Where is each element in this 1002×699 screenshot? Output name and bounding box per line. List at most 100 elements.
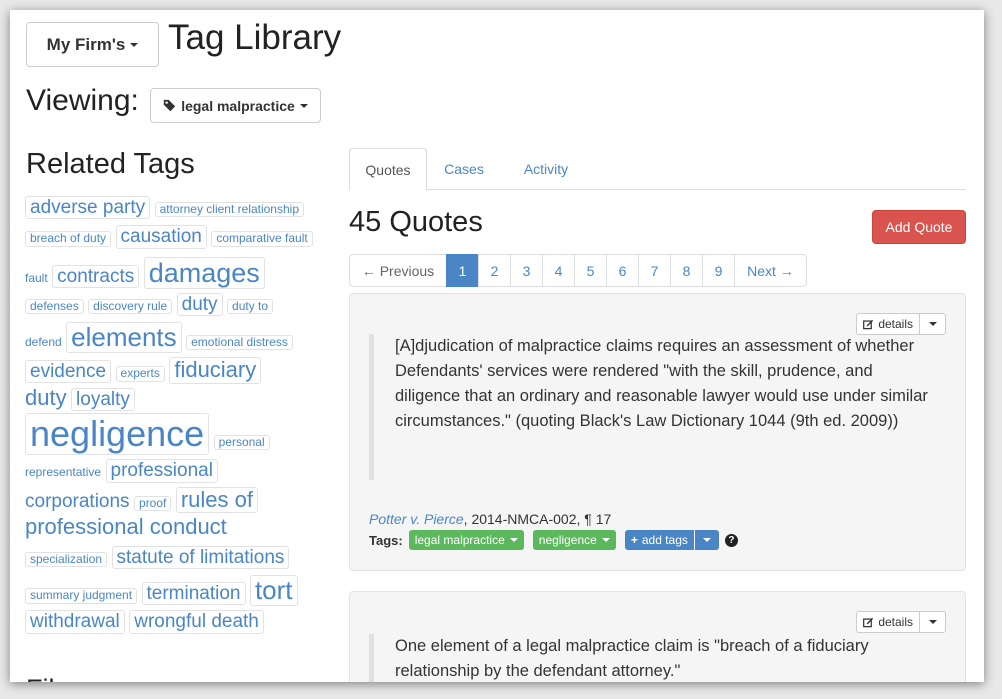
details-dropdown-toggle[interactable] (919, 611, 946, 633)
related-tag[interactable]: duty (25, 385, 67, 411)
related-tag[interactable]: specialization (25, 551, 108, 568)
related-tag[interactable]: attorney client relationship (154, 202, 304, 218)
edit-icon (863, 617, 874, 627)
viewing-label: Viewing: (26, 84, 139, 117)
plus-icon: + (630, 533, 638, 547)
quote-text: One element of a legal malpractice claim… (369, 634, 929, 682)
pagination-page[interactable]: 6 (606, 254, 639, 287)
pagination-page[interactable]: 4 (542, 254, 575, 287)
tab-activity[interactable]: Activity (509, 148, 583, 190)
related-tag[interactable]: emotional distress (186, 335, 293, 351)
details-button-group: details (856, 611, 946, 633)
pagination-page[interactable]: 5 (574, 254, 607, 287)
quote-tag-pill[interactable]: negligence (532, 530, 616, 550)
related-tag[interactable]: statute of limitations (111, 545, 290, 570)
filter-heading-partial: Fil (26, 674, 55, 682)
caret-down-icon (702, 538, 711, 542)
help-icon[interactable]: ? (724, 533, 738, 547)
viewing-tag-label: legal malpractice (181, 97, 295, 114)
tab-bar: Quotes Cases Activity (349, 148, 966, 191)
related-tag[interactable]: causation (115, 225, 207, 249)
related-tag[interactable]: experts (115, 366, 165, 382)
related-tag[interactable]: termination (141, 582, 246, 606)
related-tag[interactable]: wrongful death (129, 610, 264, 634)
related-tag[interactable]: damages (143, 256, 265, 289)
add-tags-button[interactable]: + add tags (624, 530, 694, 550)
details-button[interactable]: details (856, 611, 920, 633)
details-dropdown-toggle[interactable] (919, 313, 946, 335)
tag-cloud: adverse party attorney client relationsh… (25, 196, 317, 638)
related-tag[interactable]: breach of duty (25, 231, 112, 247)
related-tag[interactable]: withdrawal (25, 610, 125, 634)
details-button[interactable]: details (856, 313, 920, 335)
pagination-next[interactable]: Next → (734, 254, 807, 287)
related-tag[interactable]: discovery rule (88, 298, 173, 315)
related-tag[interactable]: tort (249, 575, 298, 607)
related-tags-title: Related Tags (26, 148, 195, 180)
related-tag[interactable]: fault (25, 271, 48, 285)
related-tag[interactable]: personal (213, 435, 270, 451)
page-title: Tag Library (168, 18, 342, 57)
tags-label: Tags: (369, 532, 403, 548)
related-tag[interactable]: proof (134, 495, 172, 512)
quote-tag-pill[interactable]: legal malpractice (408, 530, 524, 550)
pagination: ← Previous 1 2 3 4 5 6 7 8 9 Next → (349, 254, 807, 287)
quote-tags-row: Tags: legal malpractice negligence + add… (369, 530, 738, 550)
related-tag[interactable]: defend (25, 335, 62, 349)
tag-icon (164, 99, 176, 112)
caret-down-icon (299, 103, 308, 108)
related-tag[interactable]: professional conduct (25, 515, 227, 540)
pagination-page[interactable]: 7 (638, 254, 671, 287)
caret-down-icon (601, 538, 610, 542)
citation-reference: , 2014-NMCA-002, ¶ 17 (463, 511, 612, 527)
caret-down-icon (130, 42, 139, 47)
add-tags-label: add tags (641, 533, 688, 547)
quote-tag-label: legal malpractice (414, 533, 505, 547)
add-quote-button[interactable]: Add Quote (872, 210, 966, 244)
related-tag[interactable]: fiduciary (169, 357, 262, 384)
add-tags-group: + add tags (624, 530, 719, 550)
related-tag[interactable]: summary judgment (25, 588, 138, 604)
related-tag[interactable]: professional (105, 459, 218, 483)
firm-dropdown-button[interactable]: My Firm's (26, 22, 159, 67)
details-label: details (878, 615, 913, 629)
quote-tag-label: negligence (538, 533, 597, 547)
related-tag[interactable]: rules of (175, 486, 258, 514)
related-tag[interactable]: representative (25, 465, 101, 479)
case-link[interactable]: Potter v. Pierce (369, 511, 464, 527)
related-tag[interactable]: contracts (52, 264, 140, 288)
related-tag[interactable]: duty (176, 292, 223, 317)
pagination-page[interactable]: 8 (670, 254, 703, 287)
related-tag[interactable]: comparative fault (211, 231, 313, 247)
related-tag[interactable]: evidence (25, 360, 112, 384)
caret-down-icon (928, 322, 937, 326)
pagination-page[interactable]: 2 (478, 254, 511, 287)
pagination-page[interactable]: 3 (510, 254, 543, 287)
quote-card: details One element of a legal malpracti… (349, 591, 966, 682)
tab-quotes[interactable]: Quotes (349, 148, 427, 191)
viewing-tag-dropdown[interactable]: legal malpractice (150, 88, 321, 123)
pagination-page[interactable]: 1 (446, 254, 479, 287)
related-tag[interactable]: elements (66, 322, 182, 354)
related-tag[interactable]: adverse party (25, 196, 151, 220)
quote-card: details [A]djudication of malpractice cl… (349, 293, 966, 571)
quote-citation: Potter v. Pierce, 2014-NMCA-002, ¶ 17 (369, 511, 611, 527)
related-tag[interactable]: loyalty (71, 387, 135, 412)
pagination-previous[interactable]: ← Previous (349, 254, 447, 287)
pagination-page[interactable]: 9 (702, 254, 735, 287)
details-button-group: details (856, 313, 946, 335)
app-window: My Firm's Tag Library Viewing: legal mal… (10, 10, 984, 682)
quotes-count-heading: 45 Quotes (349, 206, 483, 238)
details-label: details (878, 317, 913, 331)
caret-down-icon (928, 620, 937, 624)
related-tag[interactable]: negligence (25, 413, 210, 456)
quote-text: [A]djudication of malpractice claims req… (369, 334, 929, 480)
related-tag[interactable]: corporations (25, 491, 130, 512)
firm-button-label: My Firm's (46, 34, 126, 54)
tab-cases[interactable]: Cases (433, 148, 495, 190)
related-tag[interactable]: duty to (227, 298, 274, 315)
edit-icon (863, 319, 874, 329)
add-tags-dropdown-toggle[interactable] (694, 530, 719, 550)
related-tag[interactable]: defenses (25, 298, 84, 315)
caret-down-icon (509, 538, 518, 542)
